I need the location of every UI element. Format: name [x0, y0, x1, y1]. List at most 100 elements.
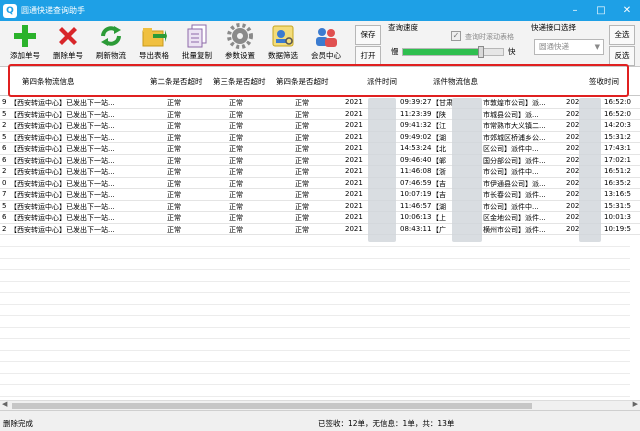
- cell-idx: 2: [2, 167, 7, 175]
- cell-signt: 15:31:5: [604, 201, 631, 210]
- cell-idx: 5: [2, 201, 7, 210]
- cell-c4: 正常: [295, 99, 309, 107]
- refresh-logistics-button[interactable]: 刷新物流: [89, 23, 133, 65]
- export-table-label: 导出表格: [139, 51, 169, 60]
- cell-dt: 2021: [345, 155, 363, 164]
- app-logo-icon: Q: [3, 3, 17, 18]
- fast-label: 快: [508, 47, 516, 56]
- table-row[interactable]: 6 【西安转运中心】已发出下一站... 正常 正常 正常 2021 14:53:24 【北 区公…: [0, 143, 640, 155]
- cell-idx: 6: [2, 213, 7, 221]
- table-row[interactable]: 5 【西安转运中心】已发出下一站... 正常 正常 正常 2021 11:23:39 【陕 市城…: [0, 109, 640, 120]
- table-row[interactable]: 9 【西安转运中心】已发出下一站... 正常 正常 正常 2021 09:39:27 【甘肃市…: [0, 97, 640, 109]
- empty-row-line: [0, 372, 630, 374]
- delete-number-button[interactable]: 删除单号: [46, 23, 90, 65]
- cell-idx: 2: [2, 121, 7, 129]
- member-center-label: 会员中心: [311, 51, 341, 60]
- close-button[interactable]: ✕: [614, 0, 640, 21]
- cell-c2: 正常: [167, 191, 181, 199]
- table-row[interactable]: 0 【西安转运中心】已发出下一站... 正常 正常 正常 2021 07:46:59 【吉 市伊…: [0, 178, 640, 189]
- cell-signt: 13:16:5: [604, 190, 631, 198]
- cell-signt: 17:43:1: [604, 144, 631, 152]
- scrollbar-thumb[interactable]: [12, 403, 532, 409]
- empty-row-line: [0, 326, 630, 328]
- empty-row-line: [0, 257, 630, 259]
- table-row[interactable]: 2 【西安转运中心】已发出下一站... 正常 正常 正常 2021 08:43:11 【广 横州…: [0, 224, 640, 235]
- data-filter-button[interactable]: 数据筛选: [261, 23, 305, 65]
- cell-c2: 正常: [167, 122, 181, 130]
- cell-c3: 正常: [229, 110, 243, 119]
- cell-c4: 正常: [295, 110, 309, 119]
- table-row[interactable]: 6 【西安转运中心】已发出下一站... 正常 正常 正常 2021 10:06:13 【上 区金…: [0, 212, 640, 224]
- cell-pinfo2: 市伊通县公司】派...: [483, 179, 546, 188]
- cell-info: 【西安转运中心】已发出下一站...: [10, 99, 115, 107]
- cell-c2: 正常: [167, 110, 181, 119]
- add-number-button[interactable]: 添加单号: [3, 23, 47, 65]
- redaction-blur: [579, 98, 601, 242]
- member-center-button[interactable]: 会员中心: [304, 23, 348, 65]
- refresh-logistics-label: 刷新物流: [96, 51, 126, 60]
- cell-pinfo2: 横州市公司】派件...: [483, 225, 546, 234]
- maximize-button[interactable]: □: [588, 0, 614, 21]
- table-row[interactable]: 6 【西安转运中心】已发出下一站... 正常 正常 正常 2021 09:46:40 【郸 国分…: [0, 155, 640, 166]
- cell-c4: 正常: [295, 225, 309, 234]
- delete-x-icon: [55, 23, 81, 49]
- speed-slider-handle[interactable]: [478, 46, 484, 58]
- cell-idx: 6: [2, 155, 7, 164]
- empty-row-line: [0, 303, 630, 305]
- cell-signt: 10:01:3: [604, 213, 631, 221]
- scroll-table-checkbox[interactable]: ✓: [451, 31, 461, 41]
- cell-signt: 10:19:5: [604, 224, 631, 233]
- header-highlight-frame: [8, 64, 629, 97]
- cell-c2: 正常: [167, 168, 181, 176]
- slow-label: 慢: [391, 47, 399, 56]
- table-row[interactable]: 2 【西安转运中心】已发出下一站... 正常 正常 正常 2021 09:41:32 【江 市常…: [0, 120, 640, 132]
- horizontal-scrollbar[interactable]: ◀ ▶: [0, 400, 640, 410]
- select-all-button[interactable]: 全选: [609, 25, 635, 45]
- save-button[interactable]: 保存: [355, 25, 381, 45]
- scroll-left-icon[interactable]: ◀: [2, 400, 7, 408]
- cell-dt: 2021: [345, 178, 363, 187]
- cell-info: 【西安转运中心】已发出下一站...: [10, 156, 115, 165]
- empty-row-line: [0, 292, 630, 293]
- batch-copy-button[interactable]: 批量复制: [175, 23, 219, 65]
- invert-selection-button[interactable]: 反选: [609, 46, 635, 66]
- cell-signt: 15:31:2: [604, 132, 631, 141]
- redaction-blur: [452, 98, 482, 242]
- cell-c2: 正常: [167, 145, 181, 153]
- cell-c3: 正常: [229, 214, 243, 222]
- cell-c4: 正常: [295, 202, 309, 211]
- cell-info: 【西安转运中心】已发出下一站...: [10, 214, 115, 222]
- cell-pinfo2: 市敦煌市公司】派...: [483, 99, 546, 107]
- cell-dt: 2021: [345, 144, 363, 152]
- scroll-right-icon[interactable]: ▶: [633, 400, 638, 408]
- data-filter-label: 数据筛选: [268, 51, 298, 60]
- empty-row-line: [0, 384, 630, 385]
- cell-idx: 7: [2, 190, 7, 198]
- cell-info: 【西安转运中心】已发出下一站...: [10, 133, 115, 142]
- cell-pinfo2: 市公司】派件中...: [483, 202, 539, 211]
- speed-slider[interactable]: [402, 46, 504, 58]
- cell-info: 【西安转运中心】已发出下一站...: [10, 168, 115, 176]
- open-button[interactable]: 打开: [355, 46, 381, 66]
- toolbar: 添加单号 删除单号 刷新物流 导出表格 批量复制 参数设置 数据筛选 会员中心 …: [0, 21, 640, 66]
- table-row[interactable]: 5 【西安转运中心】已发出下一站... 正常 正常 正常 2021 09:49:02 【湖 市郊…: [0, 132, 640, 143]
- redaction-blur: [368, 98, 396, 242]
- empty-row-line: [0, 280, 630, 282]
- export-table-button[interactable]: 导出表格: [132, 23, 176, 65]
- cell-dt: 2021: [345, 121, 363, 129]
- cell-signt: 17:02:1: [604, 155, 631, 164]
- table-row[interactable]: 2 【西安转运中心】已发出下一站... 正常 正常 正常 2021 11:46:08 【浙 市公…: [0, 166, 640, 178]
- cell-c3: 正常: [229, 145, 243, 153]
- cell-c4: 正常: [295, 133, 309, 142]
- api-select[interactable]: 圆通快递 ▼: [534, 39, 604, 55]
- cell-c4: 正常: [295, 122, 309, 130]
- cell-c4: 正常: [295, 156, 309, 165]
- cell-c4: 正常: [295, 214, 309, 222]
- minimize-button[interactable]: –: [562, 0, 588, 21]
- settings-button[interactable]: 参数设置: [218, 23, 262, 65]
- table-row[interactable]: 7 【西安转运中心】已发出下一站... 正常 正常 正常 2021 10:07:19 【吉 市长…: [0, 189, 640, 201]
- cell-dt: 2021: [345, 132, 363, 141]
- cell-pinfo2: 市公司】派件中...: [483, 168, 539, 176]
- table-row[interactable]: 5 【西安转运中心】已发出下一站... 正常 正常 正常 2021 11:46:57 【湖 市公…: [0, 201, 640, 212]
- speed-group-label: 查询速度: [388, 23, 418, 32]
